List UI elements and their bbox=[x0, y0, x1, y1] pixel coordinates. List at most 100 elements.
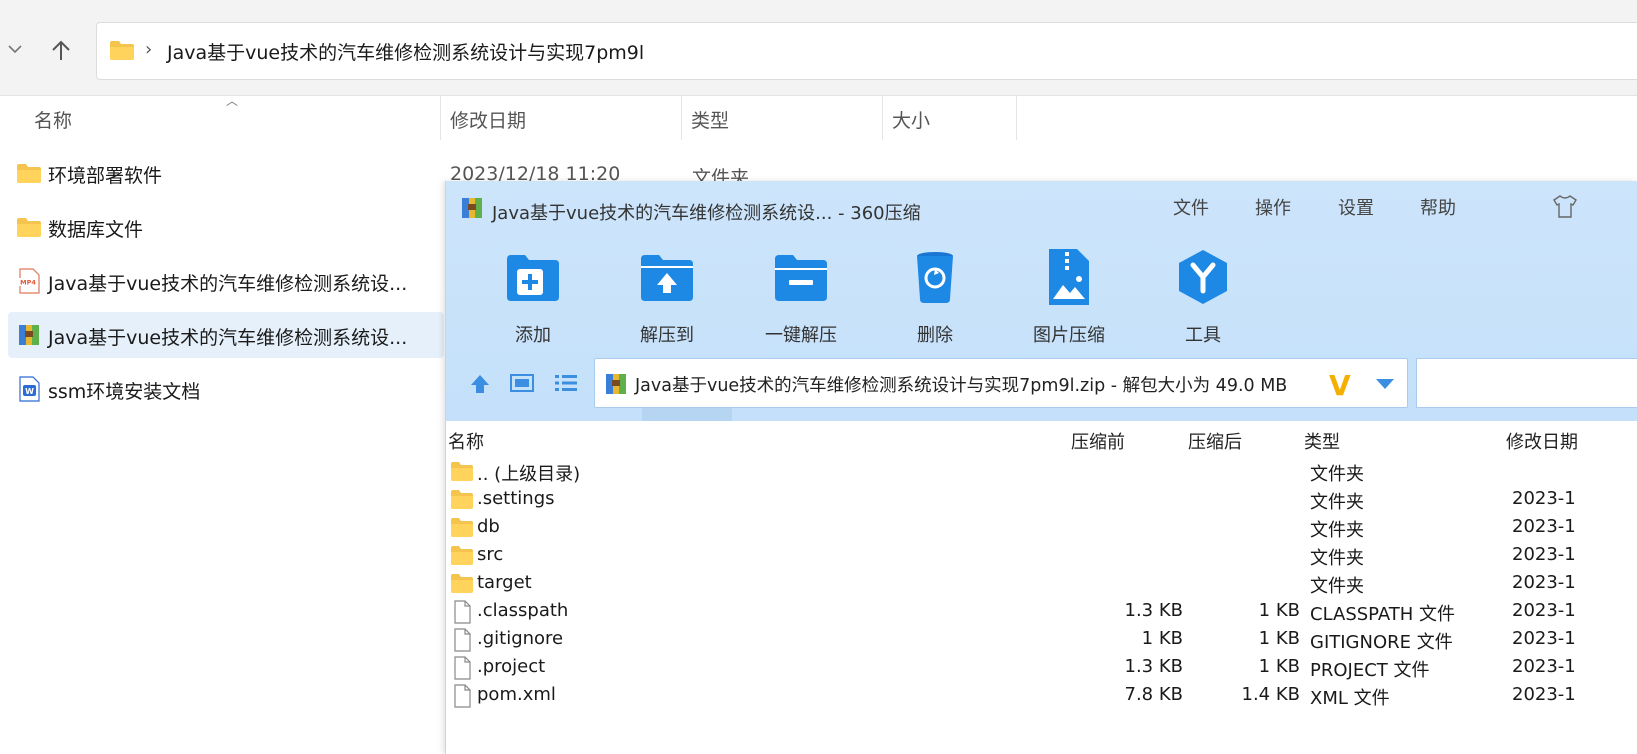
column-header-type[interactable]: 类型 bbox=[691, 106, 729, 133]
arrow-up-icon[interactable] bbox=[48, 38, 74, 64]
svg-text:MP4: MP4 bbox=[20, 279, 36, 287]
one-click-extract-button[interactable]: 一键解压 bbox=[746, 247, 856, 347]
file-name: Java基于vue技术的汽车维修检测系统设... bbox=[48, 273, 408, 295]
archive-item-type: 文件夹 bbox=[1310, 464, 1364, 485]
archive-row[interactable]: db 文件夹 2023-1 bbox=[446, 513, 1637, 541]
archive-row[interactable]: .project 1.3 KB 1 KB PROJECT 文件 2023-1 bbox=[446, 653, 1637, 681]
file-row[interactable]: 数据库文件 bbox=[8, 204, 444, 250]
dropdown-arrow-icon[interactable] bbox=[1375, 377, 1395, 391]
chevron-down-icon[interactable] bbox=[6, 40, 24, 58]
360-logo[interactable]: V bbox=[1329, 369, 1351, 402]
tab-indicator bbox=[642, 408, 732, 421]
zip-archive-icon bbox=[462, 198, 482, 218]
menu-operate[interactable]: 操作 bbox=[1255, 194, 1291, 220]
folder-icon bbox=[451, 490, 473, 509]
archive-search-input[interactable] bbox=[1416, 358, 1637, 408]
archive-item-type: XML 文件 bbox=[1310, 688, 1390, 709]
column-divider[interactable] bbox=[681, 96, 682, 140]
archive-item-type: 文件夹 bbox=[1310, 492, 1364, 513]
file-icon bbox=[454, 656, 471, 680]
archive-item-size-after: 1 KB bbox=[1258, 656, 1300, 677]
delete-button[interactable]: 删除 bbox=[880, 247, 990, 347]
folder-icon bbox=[17, 218, 41, 237]
file-row[interactable]: MP4 Java基于vue技术的汽车维修检测系统设... bbox=[8, 258, 444, 304]
delete-label: 删除 bbox=[917, 325, 953, 346]
zip-archive-icon bbox=[606, 374, 626, 394]
archive-path-bar[interactable]: Java基于vue技术的汽车维修检测系统设计与实现7pm9l.zip - 解包大… bbox=[594, 358, 1408, 408]
archive-item-type: 文件夹 bbox=[1310, 520, 1364, 541]
menu-file[interactable]: 文件 bbox=[1173, 194, 1209, 220]
skin-icon[interactable] bbox=[1551, 193, 1579, 219]
archive-item-date: 2023-1 bbox=[1512, 572, 1576, 593]
archive-item-date: 2023-1 bbox=[1512, 516, 1576, 537]
archive-item-name: db bbox=[477, 516, 500, 537]
archive-row[interactable]: .settings 文件夹 2023-1 bbox=[446, 485, 1637, 513]
folder-icon bbox=[451, 546, 473, 565]
image-compress-button[interactable]: 图片压缩 bbox=[1014, 247, 1124, 347]
archive-item-date: 2023-1 bbox=[1512, 656, 1576, 677]
address-bar[interactable]: › Java基于vue技术的汽车维修检测系统设计与实现7pm9l bbox=[96, 22, 1637, 80]
zip-window: Java基于vue技术的汽车维修检测系统设... - 360压缩 文件 操作 设… bbox=[445, 181, 1637, 754]
zip-column-modified[interactable]: 修改日期 bbox=[1506, 428, 1578, 454]
archive-item-size-before: 1.3 KB bbox=[1124, 656, 1184, 677]
archive-item-type: 文件夹 bbox=[1310, 576, 1364, 597]
view-thumbnail-icon[interactable] bbox=[510, 373, 534, 393]
file-name: Java基于vue技术的汽车维修检测系统设... bbox=[48, 327, 408, 349]
column-header-modified[interactable]: 修改日期 bbox=[450, 106, 526, 133]
menu-settings[interactable]: 设置 bbox=[1338, 194, 1374, 220]
one-click-extract-icon bbox=[775, 255, 827, 301]
archive-row[interactable]: .classpath 1.3 KB 1 KB CLASSPATH 文件 2023… bbox=[446, 597, 1637, 625]
file-row[interactable]: 环境部署软件 bbox=[8, 150, 444, 196]
archive-item-type: GITIGNORE 文件 bbox=[1310, 632, 1453, 653]
column-divider[interactable] bbox=[882, 96, 883, 140]
archive-item-size-before: 1 KB bbox=[1141, 628, 1183, 649]
extract-to-button[interactable]: 解压到 bbox=[612, 247, 722, 347]
zip-column-type[interactable]: 类型 bbox=[1304, 428, 1340, 454]
file-row-selected[interactable]: Java基于vue技术的汽车维修检测系统设... bbox=[8, 312, 444, 358]
image-compress-icon bbox=[1049, 249, 1089, 305]
word-doc-icon: W bbox=[19, 376, 40, 402]
menu-help[interactable]: 帮助 bbox=[1420, 194, 1456, 220]
sort-caret-icon: ︿ bbox=[226, 94, 239, 108]
column-header-size[interactable]: 大小 bbox=[892, 106, 930, 133]
archive-item-name: src bbox=[477, 544, 504, 565]
archive-item-date: 2023-1 bbox=[1512, 544, 1576, 565]
archive-item-type: PROJECT 文件 bbox=[1310, 660, 1430, 681]
column-divider[interactable] bbox=[440, 96, 441, 140]
zip-column-name[interactable]: 名称 bbox=[448, 428, 484, 454]
archive-row[interactable]: src 文件夹 2023-1 bbox=[446, 541, 1637, 569]
add-label: 添加 bbox=[515, 325, 551, 346]
add-button[interactable]: 添加 bbox=[478, 247, 588, 347]
archive-row[interactable]: .. (上级目录) 文件夹 bbox=[446, 457, 1637, 485]
archive-row[interactable]: pom.xml 7.8 KB 1.4 KB XML 文件 2023-1 bbox=[446, 681, 1637, 709]
archive-row[interactable]: .gitignore 1 KB 1 KB GITIGNORE 文件 2023-1 bbox=[446, 625, 1637, 653]
tools-icon bbox=[1179, 250, 1227, 304]
archive-row[interactable]: target 文件夹 2023-1 bbox=[446, 569, 1637, 597]
file-icon bbox=[454, 600, 471, 624]
column-header-name[interactable]: 名称 bbox=[34, 106, 72, 133]
up-arrow-icon[interactable] bbox=[468, 373, 492, 395]
archive-item-name: .classpath bbox=[477, 600, 569, 621]
zip-window-title: Java基于vue技术的汽车维修检测系统设... - 360压缩 bbox=[492, 203, 921, 224]
extract-icon bbox=[641, 255, 693, 301]
file-name: 数据库文件 bbox=[48, 219, 144, 241]
breadcrumb-path[interactable]: Java基于vue技术的汽车维修检测系统设计与实现7pm9l bbox=[167, 38, 644, 65]
explorer-topbar: › Java基于vue技术的汽车维修检测系统设计与实现7pm9l bbox=[0, 0, 1637, 96]
zip-column-after[interactable]: 压缩后 bbox=[1188, 428, 1242, 454]
column-divider[interactable] bbox=[1016, 96, 1017, 140]
archive-item-name: .project bbox=[477, 656, 546, 677]
file-row[interactable]: W ssm环境安装文档 bbox=[8, 366, 444, 412]
file-name: 环境部署软件 bbox=[48, 165, 163, 187]
image-compress-label: 图片压缩 bbox=[1033, 325, 1105, 346]
archive-item-name: .. (上级目录) bbox=[477, 464, 581, 485]
tools-label: 工具 bbox=[1185, 325, 1221, 346]
archive-item-name: target bbox=[477, 572, 532, 593]
folder-icon bbox=[451, 462, 473, 481]
list-view-icon[interactable] bbox=[554, 373, 578, 393]
archive-item-size-after: 1 KB bbox=[1258, 600, 1300, 621]
one-click-extract-label: 一键解压 bbox=[765, 325, 837, 346]
tools-button[interactable]: 工具 bbox=[1148, 247, 1258, 347]
zip-column-before[interactable]: 压缩前 bbox=[1071, 428, 1125, 454]
add-icon bbox=[507, 255, 559, 301]
folder-icon bbox=[451, 574, 473, 593]
